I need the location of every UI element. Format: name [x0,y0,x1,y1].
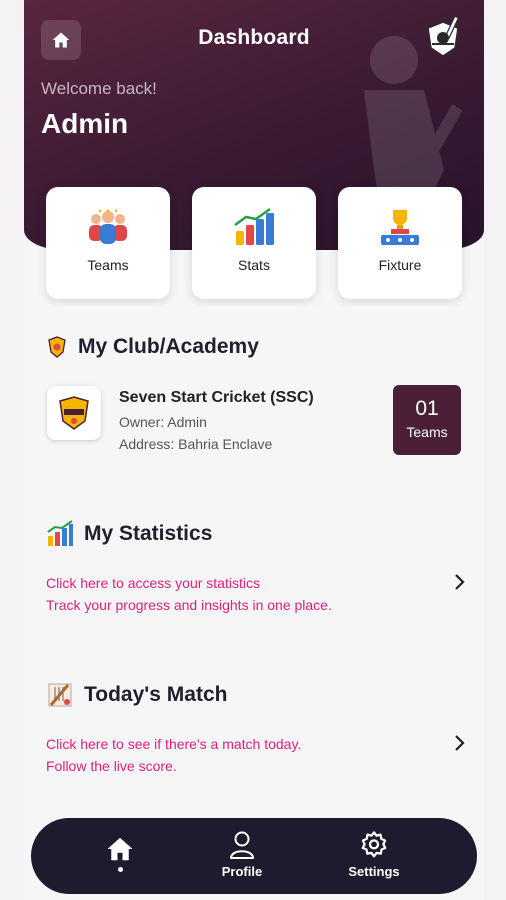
statistics-card[interactable] [24,494,484,638]
cricket-match-icon [48,683,72,707]
match-card[interactable] [24,656,484,800]
club-name: Seven Start Cricket (SSC) [119,389,314,406]
chevron-right-icon[interactable] [452,734,468,752]
match-subtext[interactable]: Follow the live score. [46,758,177,774]
nav-settings-label: Settings [348,864,400,879]
bar-chart-icon [234,207,274,245]
statistics-title: My Statistics [46,520,212,548]
match-title: Today's Match [46,681,227,709]
active-indicator [117,867,123,872]
nav-profile-label: Profile [221,864,263,879]
teams-count: 01 [415,397,439,420]
gear-icon [361,831,387,858]
fixture-button[interactable]: Fixture [338,187,462,299]
nav-settings[interactable]: Settings [324,818,424,894]
user-name: Admin [41,108,129,139]
club-address: Address: Bahria Enclave [119,436,273,452]
team-players-icon [89,209,127,244]
statistics-icon [47,520,73,546]
trophy-podium-icon [381,210,419,245]
club-badge-icon [48,336,66,358]
club-section-title: My Club/Academy [46,335,259,359]
teams-label: Teams [87,257,129,273]
nav-home[interactable] [70,818,170,894]
welcome-text: Welcome back! [41,79,157,98]
cricket-club-logo[interactable] [420,14,466,60]
bottom-navigation: Profile Settings [31,818,477,894]
stats-label: Stats [238,257,270,273]
app-screen: Dashboard Welcome back! Admin Teams Stat… [24,0,484,900]
fixture-label: Fixture [378,257,422,273]
page-title: Dashboard [198,26,310,49]
statistics-link[interactable]: Click here to access your statistics [46,575,260,591]
teams-count-badge[interactable]: 01 Teams [393,385,461,455]
stats-button[interactable]: Stats [192,187,316,299]
user-icon [229,831,255,859]
nav-profile[interactable]: Profile [192,818,292,894]
match-link[interactable]: Click here to see if there's a match tod… [46,736,301,752]
home-icon [107,837,133,861]
statistics-subtext[interactable]: Track your progress and insights in one … [46,597,332,613]
club-logo [47,386,101,440]
teams-count-label: Teams [406,424,448,440]
club-shield-icon [59,396,89,430]
chevron-right-icon[interactable] [452,573,468,591]
teams-button[interactable]: Teams [46,187,170,299]
club-owner: Owner: Admin [119,414,207,430]
